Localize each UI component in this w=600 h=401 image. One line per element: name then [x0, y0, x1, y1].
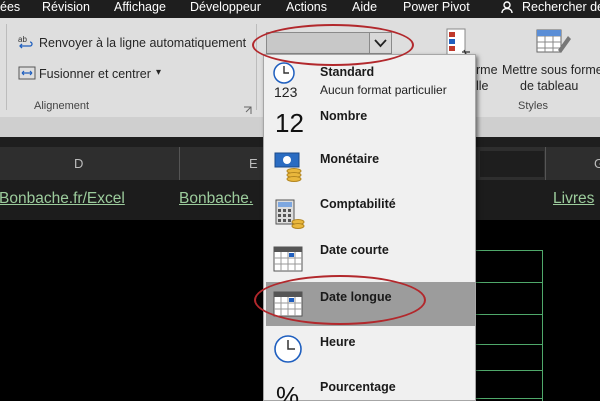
conditional-format-label-2[interactable]: lle [476, 79, 489, 93]
menu-tab-power-pivot[interactable]: Power Pivot [403, 0, 470, 14]
grid-line [468, 282, 543, 283]
wrap-text-icon[interactable]: ab [18, 34, 36, 55]
menu-tab-view[interactable]: Affichage [114, 0, 166, 14]
annotation-ellipse-combobox [252, 24, 414, 66]
format-item-percentage[interactable]: % Pourcentage [266, 372, 475, 401]
format-item-title: Date courte [320, 243, 389, 257]
grid-line [468, 250, 543, 251]
merge-center-button[interactable]: Fusionner et centrer [39, 67, 151, 81]
grid-line [542, 250, 543, 401]
column-divider [545, 147, 546, 180]
search-label[interactable]: Rechercher de [522, 0, 600, 14]
svg-text:123: 123 [274, 84, 298, 99]
format-item-currency[interactable]: Monétaire [266, 145, 475, 189]
format-item-title: Nombre [320, 109, 368, 123]
format-item-number[interactable]: 12 Nombre [266, 100, 475, 144]
styles-group-label: Styles [518, 100, 548, 112]
format-item-time[interactable]: Heure [266, 327, 475, 371]
search-icon[interactable] [500, 0, 514, 17]
grid-line [468, 314, 543, 315]
wrap-text-button[interactable]: Renvoyer à la ligne automatiquement [39, 36, 246, 50]
format-as-table-label[interactable]: Mettre sous forme [502, 63, 600, 77]
menu-tab-help[interactable]: Aide [352, 0, 377, 14]
column-header-e[interactable]: E [249, 156, 258, 171]
format-as-table-label-2[interactable]: de tableau [520, 79, 578, 93]
clock-icon [272, 333, 306, 367]
ribbon-separator [6, 24, 7, 110]
menu-tab-developer[interactable]: Développeur [190, 0, 261, 14]
format-item-accounting[interactable]: Comptabilité [266, 190, 475, 234]
svg-text:ab: ab [18, 35, 27, 44]
grid-line [468, 370, 543, 371]
column-header-d[interactable]: D [74, 156, 83, 171]
number-format-dropdown: 123 Standard Aucun format particulier 12… [263, 54, 476, 401]
grid-line [468, 398, 543, 399]
format-item-short-date[interactable]: Date courte [266, 235, 475, 279]
calculator-icon [272, 196, 306, 230]
annotation-ellipse-long-date [254, 275, 426, 325]
calendar-icon [272, 241, 306, 275]
format-as-table-icon[interactable] [536, 28, 572, 65]
alignment-group-label: Alignement [34, 100, 90, 112]
format-item-subtitle: Aucun format particulier [320, 83, 447, 97]
menu-tab-review[interactable]: Révision [42, 0, 90, 14]
link-bonbache[interactable]: Bonbache. [179, 190, 253, 208]
link-livres[interactable]: Livres [553, 190, 594, 208]
money-icon [272, 151, 306, 185]
menu-tab-data[interactable]: ées [0, 0, 20, 14]
menu-tab-actions[interactable]: Actions [286, 0, 327, 14]
format-item-title: Pourcentage [320, 380, 396, 394]
column-divider [179, 147, 180, 180]
number-12-icon: 12 [275, 108, 304, 138]
format-item-title: Comptabilité [320, 197, 396, 211]
column-header-g[interactable]: G [594, 156, 600, 171]
clock-123-icon: 123 [272, 61, 306, 100]
percent-icon: % [276, 381, 300, 401]
grid-line [468, 344, 543, 345]
format-item-title: Heure [320, 335, 356, 349]
format-item-title: Standard [320, 65, 375, 79]
merge-center-icon[interactable] [18, 66, 36, 85]
format-item-title: Monétaire [320, 152, 380, 166]
link-bonbache-excel[interactable]: Bonbache.fr/Excel [0, 190, 125, 208]
merge-dropdown-chevron-icon[interactable]: ▾ [156, 67, 161, 78]
conditional-format-label[interactable]: rme [476, 63, 498, 77]
menu-bar: ées Révision Affichage Développeur Actio… [0, 0, 600, 18]
column-header-selected[interactable] [480, 151, 544, 177]
